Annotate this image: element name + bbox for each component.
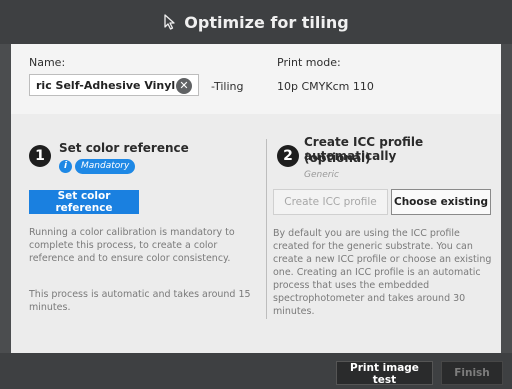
step-2-description: By default you are using the ICC profile… xyxy=(273,228,492,317)
cursor-icon xyxy=(163,14,176,30)
step-2-title-line2: (optional) xyxy=(304,151,371,165)
mandatory-badge: Mandatory xyxy=(75,159,136,174)
step-2-number: 2 xyxy=(277,145,299,167)
set-color-reference-button[interactable]: Set color reference xyxy=(29,190,139,214)
name-input[interactable] xyxy=(29,74,199,96)
step-1-description: Running a color calibration is mandatory… xyxy=(29,227,235,264)
close-circle-icon[interactable]: ✕ xyxy=(176,78,192,94)
step-1-number: 1 xyxy=(29,145,51,167)
print-mode-value: 10p CMYKcm 110 xyxy=(277,80,374,93)
step-2-subtitle: Generic xyxy=(304,170,339,180)
info-icon[interactable]: i xyxy=(59,160,72,173)
create-icc-profile-button[interactable]: Create ICC profile xyxy=(273,189,388,215)
step-1-title: Set color reference xyxy=(59,141,189,155)
window-titlebar: Optimize for tiling xyxy=(0,0,512,44)
section-divider xyxy=(266,139,267,319)
finish-button[interactable]: Finish xyxy=(441,361,503,385)
print-mode-label: Print mode: xyxy=(277,56,341,69)
dialog-body: Name: ✕ -Tiling Print mode: 10p CMYKcm 1… xyxy=(11,44,501,353)
name-label: Name: xyxy=(29,56,66,69)
name-section: Name: ✕ -Tiling Print mode: 10p CMYKcm 1… xyxy=(11,44,501,114)
choose-existing-button[interactable]: Choose existing xyxy=(391,189,491,215)
window-title: Optimize for tiling xyxy=(184,12,349,32)
print-image-test-button[interactable]: Print image test xyxy=(336,361,433,386)
step-1-note: This process is automatic and takes arou… xyxy=(29,289,251,313)
dialog-footer: Print image test Finish xyxy=(0,353,512,389)
name-suffix: -Tiling xyxy=(211,80,244,93)
